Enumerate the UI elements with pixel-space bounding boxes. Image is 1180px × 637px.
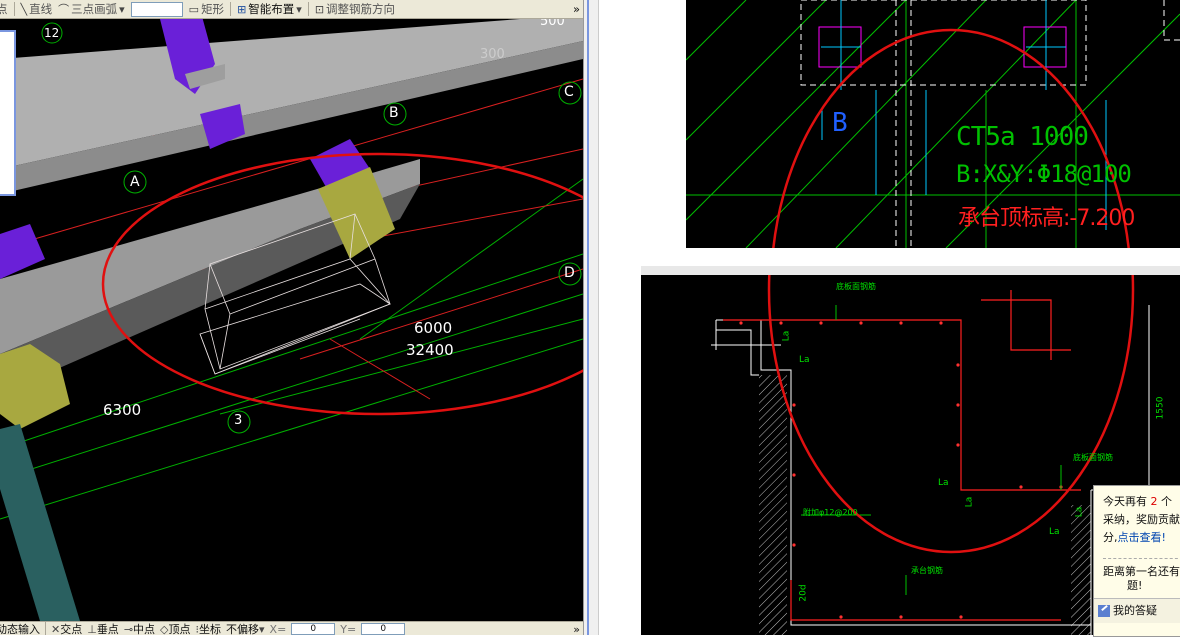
toolbar-smart-layout-button[interactable]: ⊞ 智能布置 ▾ xyxy=(237,1,302,17)
toolbar-arc-button[interactable]: ⌒ 三点画弧 ▾ xyxy=(58,1,125,17)
dimension-32400: 32400 xyxy=(406,341,454,359)
dimension-20d: 20d xyxy=(798,584,809,602)
y-label: Y= xyxy=(340,622,357,636)
qa-reward-popup: 今天再有 2 个 采纳，奖励贡献 分,点击查看! 距离第一名还有 题! 我的答疑 xyxy=(1093,485,1180,637)
popup-rank-text: 距离第一名还有 题! xyxy=(1103,558,1180,595)
dimension-6000: 6000 xyxy=(414,319,453,337)
axis-label-3: 3 xyxy=(234,413,243,428)
intersection-icon: ✕ xyxy=(51,623,61,635)
toolbar-separator xyxy=(45,622,46,635)
pile-cap-name: CT5a 1000 xyxy=(956,122,1089,152)
snap-perpendicular[interactable]: ⊥垂点 xyxy=(87,622,119,635)
bottom-overflow-button[interactable]: » xyxy=(573,623,580,636)
toolbar-point[interactable]: 点 xyxy=(0,1,8,17)
snap-intersection[interactable]: ✕交点 xyxy=(51,622,82,635)
y-offset-input[interactable]: 0 xyxy=(361,623,406,635)
adjust-icon: ⊡ xyxy=(314,2,325,16)
note-slab-top-rebar: 底板面钢筋 xyxy=(836,282,876,291)
grid-icon: ⊞ xyxy=(237,2,247,16)
la-label: La xyxy=(799,355,810,365)
rebar-spec: B:X&Y:Φ18@100 xyxy=(956,160,1132,188)
note-additional-rebar: 附加φ12@200 xyxy=(803,508,858,517)
floating-side-panel[interactable] xyxy=(0,30,16,196)
chevron-down-icon: ▾ xyxy=(119,2,125,16)
rectangle-icon: ▭ xyxy=(188,2,200,16)
cap-top-elevation: 承台顶标高:-7.200 xyxy=(958,206,1135,231)
la-label: La xyxy=(1049,527,1060,537)
grid-label-b: B xyxy=(832,108,848,138)
view-details-link[interactable]: 点击查看! xyxy=(1118,531,1166,544)
chevron-down-icon: ▾ xyxy=(259,623,265,635)
note-slab-top-rebar: 底板面钢筋 xyxy=(1073,453,1113,462)
axis-label-d: D xyxy=(564,265,575,281)
axis-label-a: A xyxy=(130,174,140,190)
toolbar-adjust-rebar-button[interactable]: ⊡ 调整钢筋方向 xyxy=(315,1,395,17)
la-label: La xyxy=(781,330,792,342)
snap-midpoint[interactable]: ⊸中点 xyxy=(123,622,155,635)
popup-line-1: 今天再有 2 个 xyxy=(1103,495,1172,508)
window-splitter[interactable] xyxy=(583,0,599,635)
offset-select[interactable]: 不偏移▾ xyxy=(226,622,265,635)
popup-line-2: 采纳，奖励贡献 xyxy=(1103,513,1180,526)
toolbar-separator xyxy=(230,2,232,16)
dimension-1550: 1550 xyxy=(1155,396,1166,420)
midpoint-icon: ⊸ xyxy=(123,623,134,635)
x-label: X= xyxy=(269,622,287,636)
popup-line-3: 分,点击查看! xyxy=(1103,531,1166,544)
toolbar-separator xyxy=(13,2,15,16)
drawing-toolbar: 点 ╲ 直线 ⌒ 三点画弧 ▾ ▭ 矩形 ⊞ 智能布置 ▾ ⊡ 调整钢筋方向 » xyxy=(0,0,583,19)
line-icon: ╲ xyxy=(20,2,28,16)
remaining-count: 2 xyxy=(1150,495,1158,508)
toolbar-rectangle-button[interactable]: ▭ 矩形 xyxy=(189,1,224,17)
column-teal xyxy=(0,424,80,621)
toolbar-line-button[interactable]: ╲ 直线 xyxy=(21,1,53,17)
dimension-clipped: 300 xyxy=(480,47,505,62)
snap-toolbar: 动态输入 ✕交点 ⊥垂点 ⊸中点 ◇顶点 ⁝坐标 不偏移▾ X= 0 Y= 0 … xyxy=(0,621,583,635)
la-label: La xyxy=(938,478,949,488)
cad-plan-drawing: B CT5a 1000 B:X&Y:Φ18@100 承台顶标高:-7.200 xyxy=(686,0,1180,248)
perpendicular-icon: ⊥ xyxy=(87,623,97,635)
my-answers-button[interactable]: 我的答疑 xyxy=(1094,598,1180,623)
axis-label-12: 12 xyxy=(44,26,60,40)
toolbar-separator xyxy=(307,2,309,16)
la-label: La xyxy=(1074,506,1085,518)
axis-label-c: C xyxy=(564,84,574,100)
arc-icon: ⌒ xyxy=(58,3,70,16)
chevron-down-icon: ▾ xyxy=(296,2,302,16)
la-label: La xyxy=(964,496,975,508)
axis-label-b: B xyxy=(389,105,399,121)
pencil-icon xyxy=(1098,605,1110,617)
splitter-bar xyxy=(587,0,589,635)
note-cap-rebar: 承台钢筋 xyxy=(911,566,943,575)
dynamic-input-toggle[interactable]: 动态输入 xyxy=(0,622,40,635)
toolbar-combo[interactable] xyxy=(130,1,183,17)
dimension-6300: 6300 xyxy=(103,401,142,419)
3d-scene-canvas[interactable] xyxy=(0,19,583,621)
snap-coordinate[interactable]: ⁝坐标 xyxy=(196,622,222,635)
x-offset-input[interactable]: 0 xyxy=(291,623,336,635)
vertex-icon: ◇ xyxy=(160,623,169,635)
snap-vertex[interactable]: ◇顶点 xyxy=(160,622,190,635)
upper-beam-top xyxy=(0,19,583,169)
toolbar-overflow-button[interactable]: » xyxy=(573,2,580,16)
3d-model-view[interactable]: 12 A B C D 3 6000 32400 6300 500 300 点 ╲… xyxy=(0,0,583,635)
